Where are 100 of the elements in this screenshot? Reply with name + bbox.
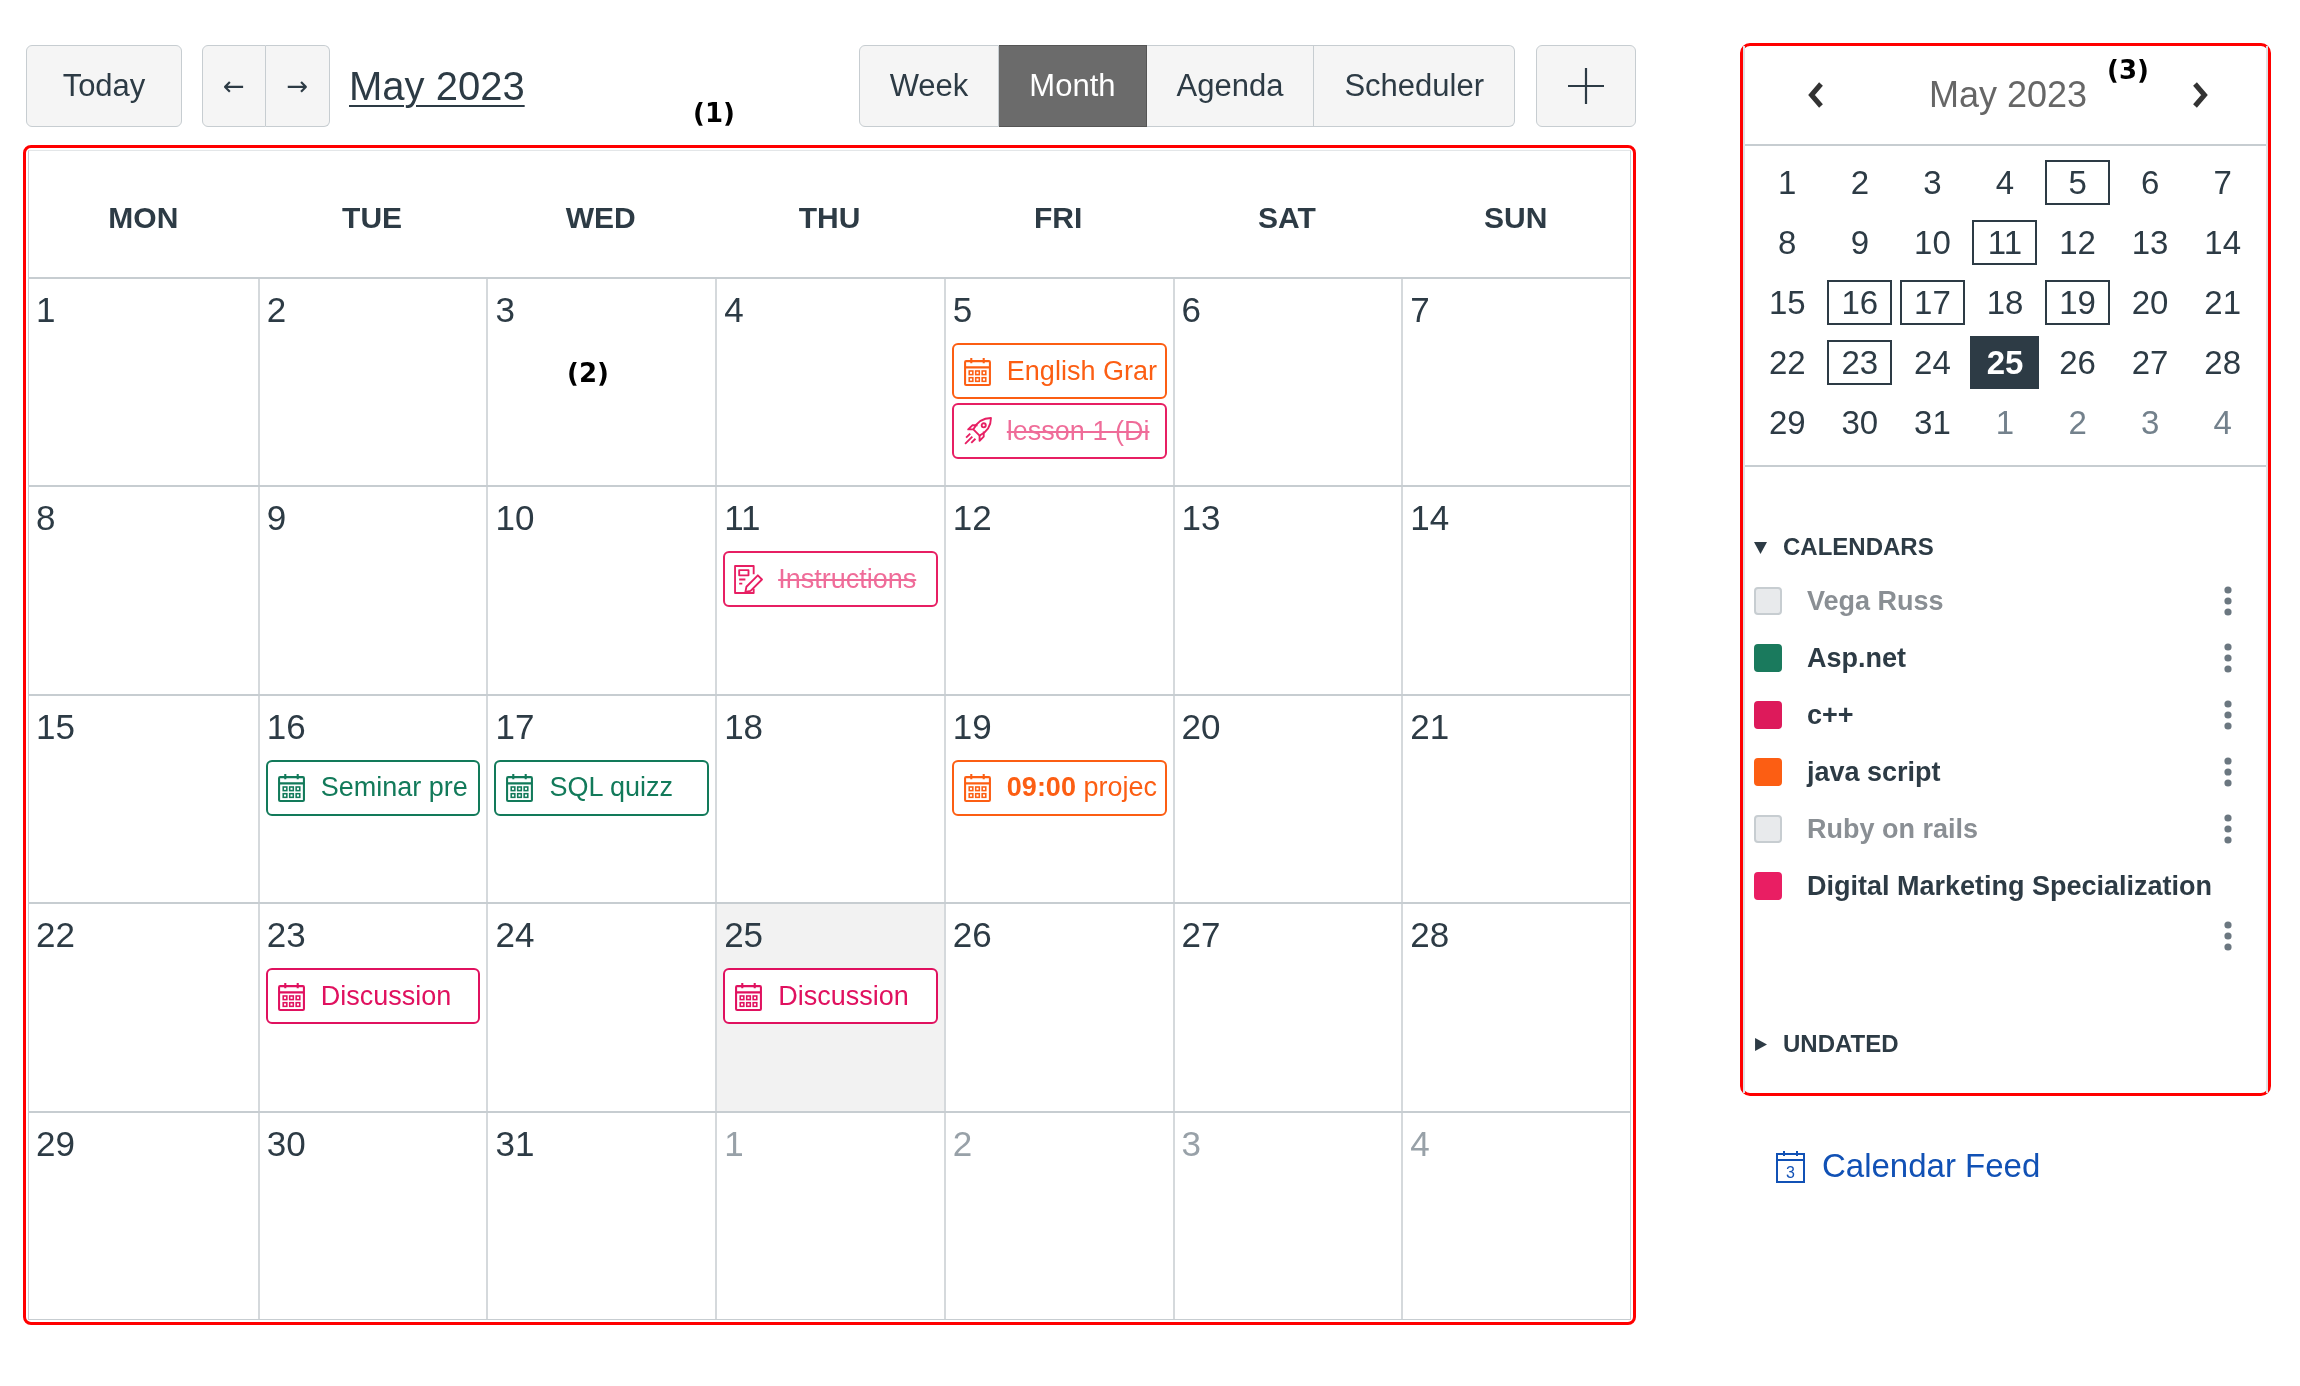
calendar-feed-link[interactable]: 3 Calendar Feed — [1776, 1144, 2041, 1188]
day-number: 4 — [1410, 1123, 1430, 1164]
day-number: 6 — [1181, 290, 1202, 330]
mini-calendar-day[interactable]: 6 — [2117, 159, 2183, 205]
mini-calendar-day[interactable]: 3 — [1899, 159, 1965, 205]
day-number: 19 — [952, 706, 992, 747]
calendar-checkbox[interactable] — [1754, 871, 1782, 900]
calendar-icon — [276, 773, 306, 803]
mini-calendar-day[interactable]: 14 — [2190, 219, 2256, 265]
vertical-ellipsis-icon[interactable] — [2224, 756, 2232, 787]
mini-calendar-day[interactable]: 27 — [2117, 339, 2183, 385]
mini-calendar-day[interactable]: 4 — [1972, 159, 2038, 205]
document-pencil-icon — [734, 564, 764, 594]
day-number: 2 — [266, 290, 287, 330]
day-number: 26 — [952, 915, 992, 956]
month-title-link[interactable]: May 2023 — [349, 63, 525, 109]
day-number: 21 — [1410, 706, 1450, 747]
chevron-left-icon[interactable] — [1808, 82, 1824, 108]
event-chip[interactable]: Discussion — [723, 968, 938, 1025]
vertical-ellipsis-icon[interactable] — [2224, 813, 2232, 844]
section-toggle[interactable]: CALENDARS — [1754, 529, 1934, 565]
view-tab[interactable]: Month — [999, 45, 1147, 127]
mini-calendar-day[interactable]: 2 — [1827, 159, 1893, 205]
chevron-right-icon[interactable] — [2192, 82, 2208, 108]
vertical-ellipsis-icon[interactable] — [2224, 920, 2232, 951]
event-chip[interactable]: SQL quizz — [494, 759, 710, 816]
day-number: 14 — [1410, 498, 1450, 539]
calendar-icon — [734, 981, 764, 1011]
mini-calendar-day[interactable]: 7 — [2190, 159, 2256, 205]
weekday-label: TUE — [342, 201, 403, 235]
mini-calendar-day[interactable]: 28 — [2190, 339, 2256, 385]
day-number: 12 — [952, 498, 992, 539]
view-tab[interactable]: Agenda — [1146, 45, 1315, 127]
day-number: 15 — [36, 706, 75, 747]
weekday-label: FRI — [1034, 201, 1083, 235]
day-number: 8 — [36, 498, 56, 539]
mini-calendar-day[interactable]: 1 — [1754, 159, 1820, 205]
calendar-checkbox[interactable] — [1754, 700, 1782, 729]
weekday-label: THU — [798, 201, 861, 235]
calendar-checkbox[interactable] — [1754, 643, 1782, 672]
calendar-icon — [962, 773, 992, 803]
mini-calendar-day[interactable]: 16 — [1827, 279, 1893, 325]
event-chip[interactable]: Seminar pre — [265, 759, 481, 816]
mini-calendar-day[interactable]: 17 — [1899, 279, 1965, 325]
day-number: 3 — [1181, 1123, 1202, 1164]
mini-calendar-day[interactable]: 1 — [1972, 399, 2038, 445]
mini-calendar-day[interactable]: 8 — [1754, 219, 1820, 265]
calendar-icon — [962, 356, 992, 386]
mini-calendar-day[interactable]: 25 — [1970, 335, 2040, 389]
previous-month-button[interactable]: ← — [202, 45, 266, 127]
mini-calendar-day[interactable]: 12 — [2045, 219, 2111, 265]
section-toggle[interactable]: UNDATED — [1754, 1026, 1899, 1062]
annotation-label: (3) — [2107, 55, 2149, 85]
mini-calendar-day[interactable]: 10 — [1899, 219, 1965, 265]
vertical-ellipsis-icon[interactable] — [2224, 699, 2232, 730]
mini-calendar-day[interactable]: 3 — [2117, 399, 2183, 445]
calendar-name[interactable]: java script — [1807, 751, 1941, 792]
day-number: 18 — [724, 706, 764, 747]
mini-calendar-day[interactable]: 18 — [1972, 279, 2038, 325]
next-month-button[interactable]: → — [266, 45, 330, 127]
view-tab[interactable]: Week — [858, 45, 1000, 127]
weekday-label: SUN — [1483, 201, 1548, 235]
mini-calendar-day[interactable]: 9 — [1827, 219, 1893, 265]
mini-calendar-day[interactable]: 15 — [1754, 279, 1820, 325]
day-number: 30 — [266, 1123, 306, 1164]
mini-calendar-day[interactable]: 23 — [1827, 339, 1893, 385]
day-number: 29 — [36, 1123, 75, 1164]
day-number: 17 — [495, 706, 535, 747]
view-tab[interactable]: Scheduler — [1314, 45, 1515, 127]
weekday-label: MON — [108, 201, 179, 235]
mini-calendar-day[interactable]: 5 — [2045, 159, 2111, 205]
mini-calendar-day[interactable]: 19 — [2045, 279, 2111, 325]
day-number: 22 — [36, 915, 75, 956]
calendar-name[interactable]: Digital Marketing Specialization — [1807, 865, 2213, 906]
today-button[interactable]: Today — [26, 45, 182, 127]
plus-icon — [1568, 68, 1604, 104]
calendar-name[interactable]: c++ — [1807, 694, 1854, 735]
day-number: 3 — [495, 290, 515, 330]
mini-calendar-day[interactable]: 11 — [1972, 219, 2038, 265]
event-chip[interactable]: Discussion — [265, 968, 481, 1025]
mini-calendar-day[interactable]: 31 — [1899, 399, 1965, 445]
mini-calendar-day[interactable]: 20 — [2117, 279, 2183, 325]
mini-calendar-day[interactable]: 4 — [2190, 399, 2256, 445]
mini-calendar-day[interactable]: 21 — [2190, 279, 2256, 325]
vertical-ellipsis-icon[interactable] — [2224, 642, 2232, 673]
mini-calendar-day[interactable]: 22 — [1754, 339, 1820, 385]
mini-calendar-day[interactable]: 30 — [1827, 399, 1893, 445]
weekday-label: WED — [565, 201, 636, 235]
mini-calendar-day[interactable]: 26 — [2045, 339, 2111, 385]
mini-calendar-day[interactable]: 2 — [2045, 399, 2111, 445]
day-number: 7 — [1410, 290, 1430, 330]
mini-calendar-day[interactable]: 13 — [2117, 219, 2183, 265]
annotation-label: (1) — [693, 98, 735, 128]
annotation-label: (2) — [567, 358, 609, 388]
vertical-ellipsis-icon[interactable] — [2224, 585, 2232, 616]
mini-calendar-day[interactable]: 24 — [1899, 339, 1965, 385]
mini-calendar-day[interactable]: 29 — [1754, 399, 1820, 445]
calendar-checkbox[interactable] — [1754, 757, 1782, 786]
day-number: 1 — [724, 1123, 744, 1164]
calendar-name[interactable]: Asp.net — [1807, 637, 1906, 678]
